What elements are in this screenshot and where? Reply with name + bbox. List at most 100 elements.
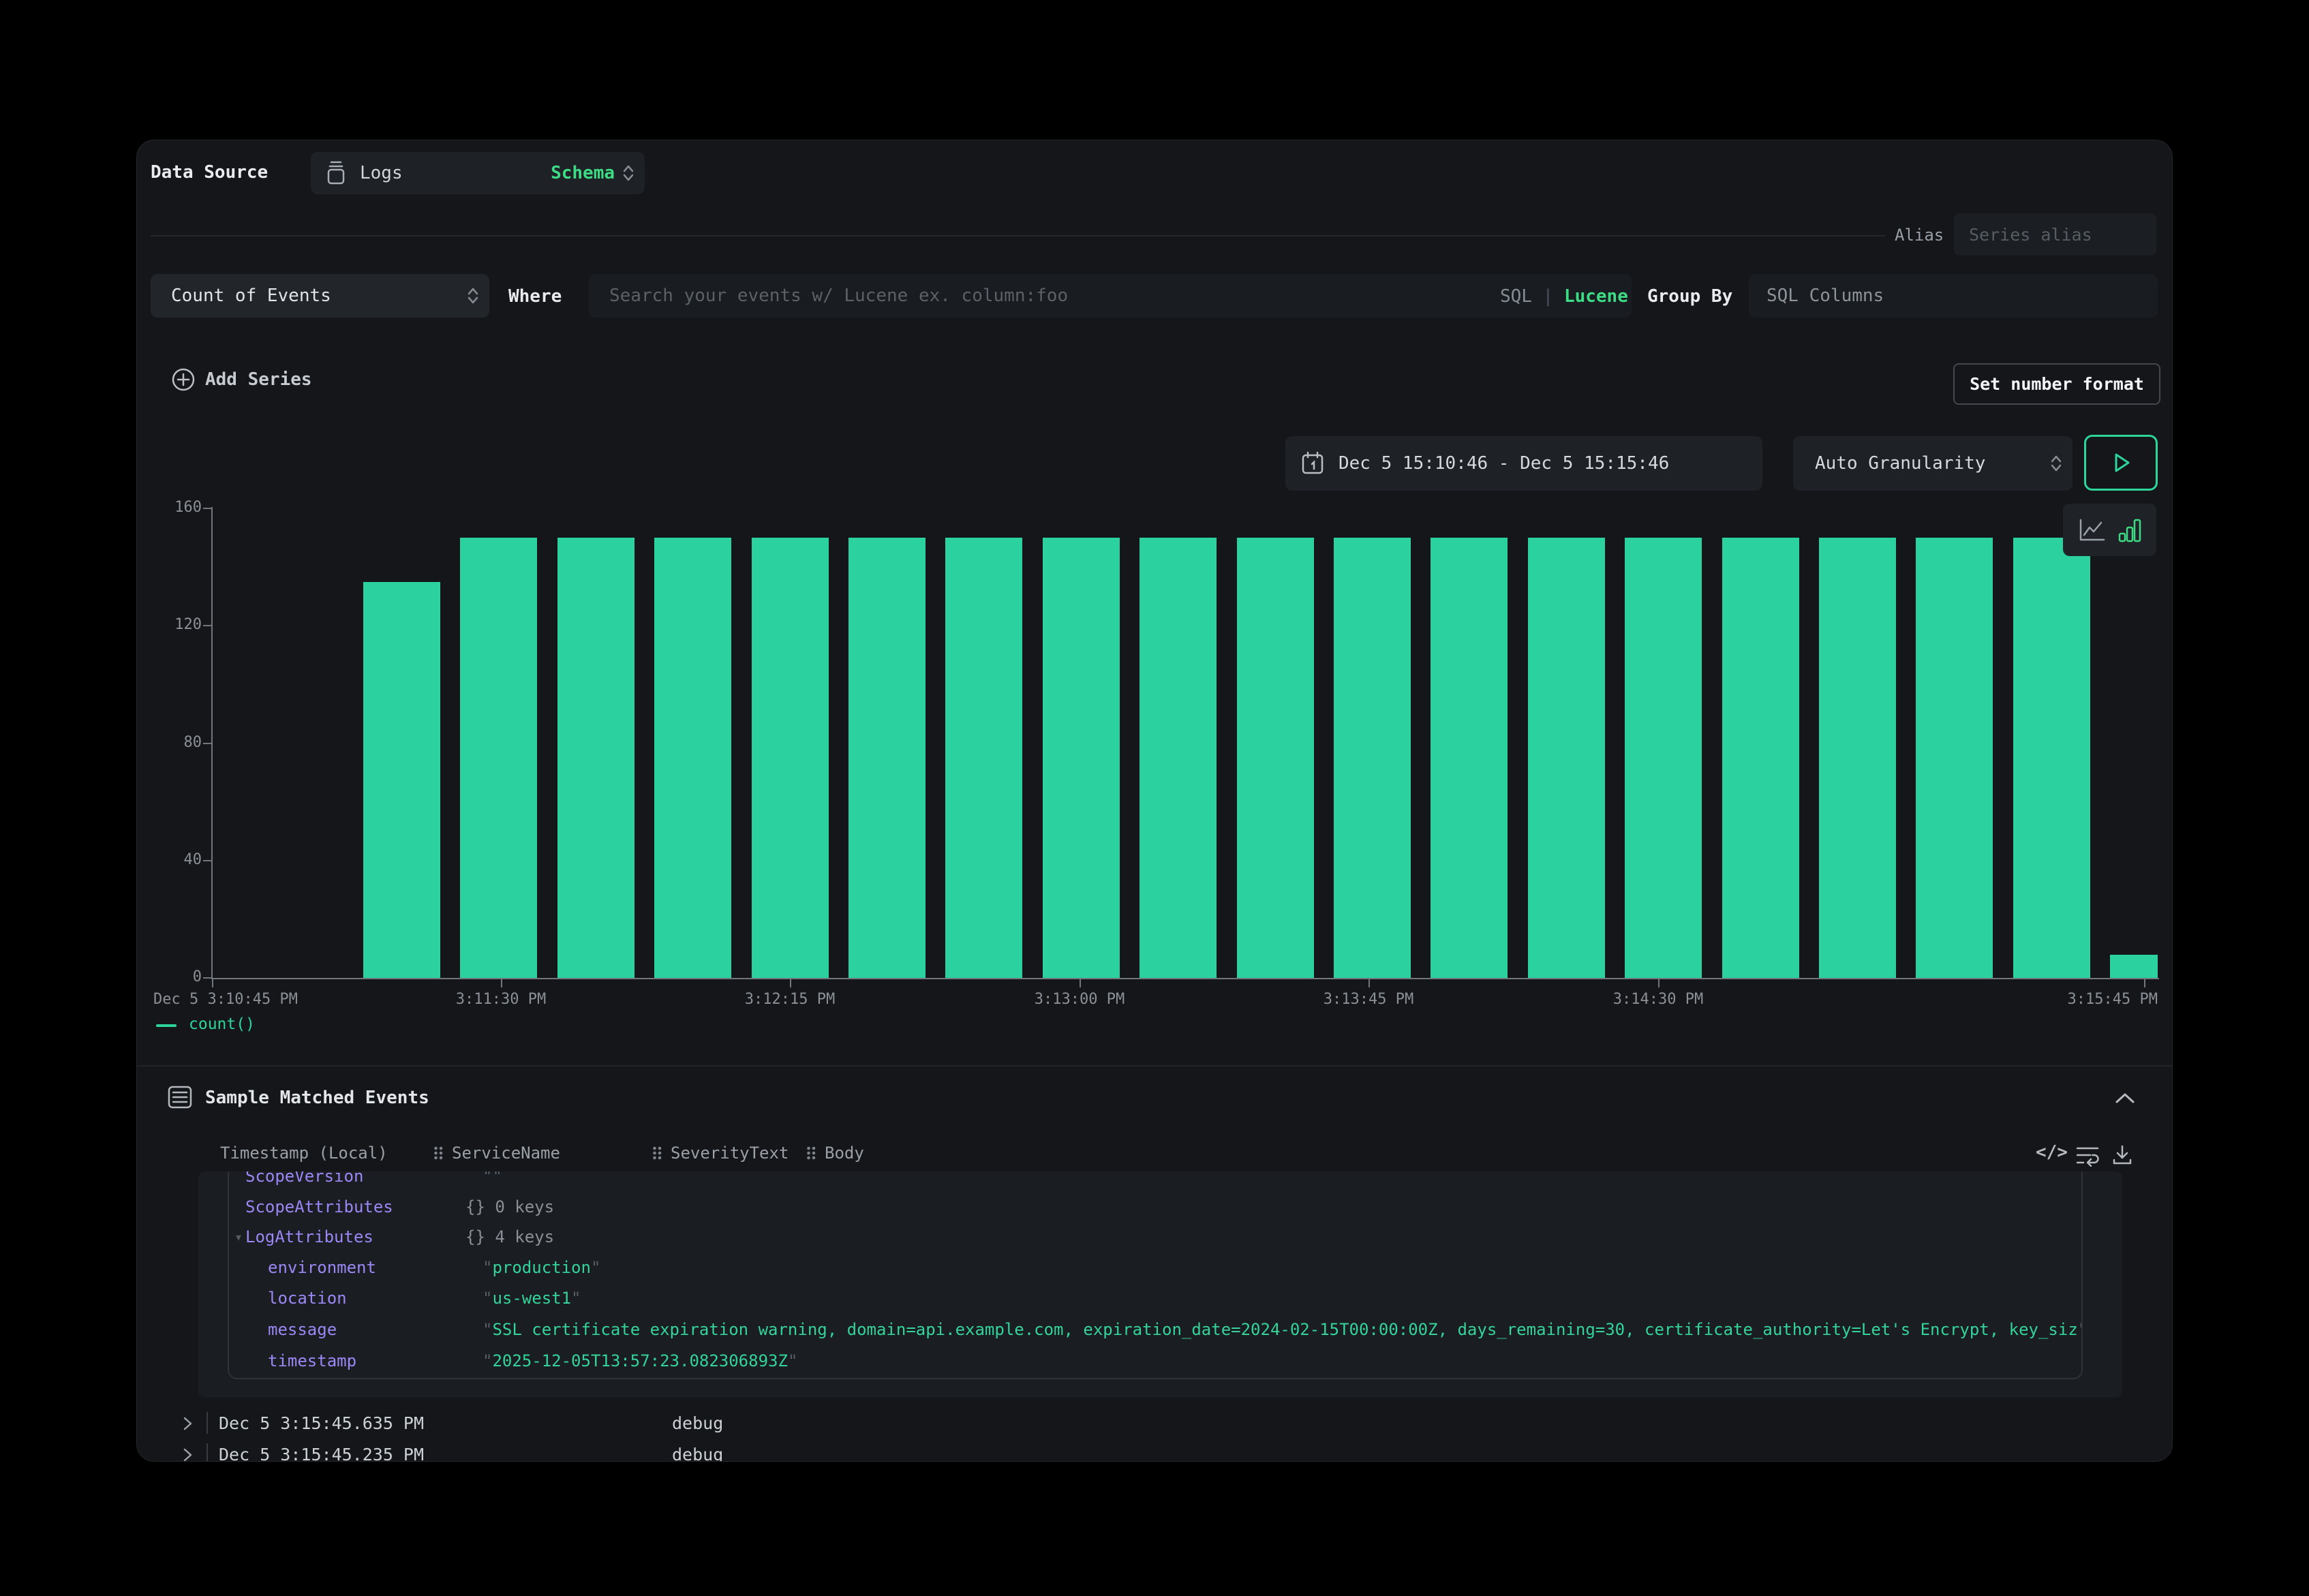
event-row[interactable]: Dec 5 3:15:45.235 PM debug xyxy=(137,1443,2173,1462)
bar[interactable] xyxy=(2110,955,2158,978)
expanded-event-panel: ScopeVersion "" ScopeAttributes {} 0 keys ▾L… xyxy=(198,1171,2122,1398)
x-tick-mark xyxy=(212,979,213,987)
attribute-row[interactable]: ScopeVersion "" xyxy=(229,1171,2081,1187)
section-divider xyxy=(137,1065,2173,1066)
column-header-body[interactable]: Body xyxy=(825,1144,864,1163)
attribute-row[interactable]: environment "production" xyxy=(229,1258,2081,1278)
attribute-key[interactable]: message xyxy=(268,1320,337,1339)
bar[interactable] xyxy=(1625,538,1702,978)
x-tick-label: 3:15:45 PM xyxy=(1981,991,2158,1008)
collapse-section-icon[interactable] xyxy=(2113,1092,2137,1105)
column-header-severitytext[interactable]: SeverityText xyxy=(671,1144,789,1163)
bar[interactable] xyxy=(1916,538,1993,978)
caret-down-icon[interactable]: ▾ xyxy=(234,1229,243,1245)
y-tick-label: 40 xyxy=(137,851,202,868)
attribute-row[interactable]: timestamp "2025-12-05T13:57:23.082306893Z… xyxy=(229,1351,2081,1372)
bar[interactable] xyxy=(557,538,634,978)
bar[interactable] xyxy=(1722,538,1799,978)
bar-chart: 0 40 80 120 160 Dec 5 3:10:45 PM 3:11:30 PM 3:1… xyxy=(137,140,2173,1067)
download-icon[interactable] xyxy=(2111,1144,2134,1167)
bar[interactable] xyxy=(1431,538,1508,978)
attribute-key[interactable]: environment xyxy=(268,1258,376,1277)
attribute-row[interactable]: location "us-west1" xyxy=(229,1289,2081,1309)
drag-grip-icon[interactable] xyxy=(806,1146,816,1161)
bar[interactable] xyxy=(1819,538,1896,978)
x-tick-label: 3:12:15 PM xyxy=(681,991,899,1008)
attribute-value: "production" xyxy=(483,1258,600,1277)
x-tick-label: Dec 5 3:10:45 PM xyxy=(153,991,298,1008)
bar[interactable] xyxy=(1528,538,1605,978)
x-tick-mark xyxy=(501,979,502,987)
event-severity: debug xyxy=(672,1445,723,1462)
bar[interactable] xyxy=(1043,538,1120,978)
chart-type-toolbar xyxy=(2063,504,2156,556)
event-timestamp: Dec 5 3:15:45.635 PM xyxy=(219,1413,424,1433)
bar-chart-icon[interactable] xyxy=(2117,517,2142,543)
attribute-keys-badge: {} 4 keys xyxy=(465,1227,554,1246)
attribute-value: "2025-12-05T13:57:23.082306893Z" xyxy=(483,1351,797,1370)
wrap-text-icon[interactable] xyxy=(2075,1145,2100,1167)
x-tick-mark xyxy=(1658,979,1660,987)
column-header-servicename[interactable]: ServiceName xyxy=(452,1144,560,1163)
y-tick-mark xyxy=(203,977,211,979)
attribute-value: "" xyxy=(483,1171,502,1186)
line-chart-icon[interactable] xyxy=(2078,517,2107,543)
bar[interactable] xyxy=(848,538,926,978)
row-divider xyxy=(207,1412,208,1434)
attribute-key[interactable]: LogAttributes xyxy=(245,1227,373,1246)
bar[interactable] xyxy=(1140,538,1217,978)
event-list-icon xyxy=(167,1085,193,1109)
y-axis-line xyxy=(211,507,213,979)
page: Data Source Logs Schema Alias Count of E… xyxy=(0,0,2309,1596)
drag-grip-icon[interactable] xyxy=(652,1146,662,1161)
x-tick-label: 3:13:45 PM xyxy=(1259,991,1478,1008)
attribute-keys-badge: {} 0 keys xyxy=(465,1197,554,1216)
y-tick-label: 80 xyxy=(137,734,202,751)
y-tick-mark xyxy=(203,860,211,861)
bar[interactable] xyxy=(1334,538,1411,978)
attribute-value: "SSL certificate expiration warning, dom… xyxy=(483,1320,2083,1339)
y-tick-label: 120 xyxy=(137,616,202,633)
y-tick-mark xyxy=(203,625,211,626)
row-divider xyxy=(207,1443,208,1462)
bar[interactable] xyxy=(945,538,1022,978)
bar[interactable] xyxy=(460,538,537,978)
attribute-row[interactable]: message "SSL certificate expiration warni… xyxy=(229,1320,2081,1340)
attribute-key[interactable]: timestamp xyxy=(268,1351,356,1370)
attribute-key[interactable]: ScopeVersion xyxy=(245,1171,363,1186)
y-tick-mark xyxy=(203,743,211,744)
bar[interactable] xyxy=(1237,538,1314,978)
y-tick-label: 0 xyxy=(137,968,202,985)
attributes-json-panel: ScopeVersion "" ScopeAttributes {} 0 keys ▾L… xyxy=(228,1171,2083,1379)
drag-grip-icon[interactable] xyxy=(433,1146,443,1161)
attribute-key[interactable]: location xyxy=(268,1289,347,1308)
column-header-timestamp[interactable]: Timestamp (Local) xyxy=(220,1144,388,1163)
code-view-icon[interactable]: </> xyxy=(2036,1142,2068,1163)
chart-explorer-card: Data Source Logs Schema Alias Count of E… xyxy=(136,140,2173,1462)
attribute-value: "us-west1" xyxy=(483,1289,581,1308)
attribute-row[interactable]: ▾LogAttributes {} 4 keys xyxy=(229,1227,2081,1248)
event-severity: debug xyxy=(672,1413,723,1433)
x-axis-line xyxy=(211,978,2159,979)
x-tick-mark xyxy=(1080,979,1081,987)
x-tick-mark xyxy=(2144,979,2145,987)
event-timestamp: Dec 5 3:15:45.235 PM xyxy=(219,1445,424,1462)
expand-row-icon[interactable] xyxy=(182,1447,194,1462)
bar[interactable] xyxy=(363,582,440,978)
x-tick-mark xyxy=(790,979,791,987)
attribute-row[interactable]: ScopeAttributes {} 0 keys xyxy=(229,1197,2081,1218)
legend-series-label[interactable]: count() xyxy=(189,1015,255,1033)
expand-row-icon[interactable] xyxy=(182,1416,194,1431)
bar[interactable] xyxy=(654,538,731,978)
attribute-key[interactable]: ScopeAttributes xyxy=(245,1197,393,1216)
event-row[interactable]: Dec 5 3:15:45.635 PM debug xyxy=(137,1412,2173,1435)
y-tick-label: 160 xyxy=(137,499,202,516)
x-tick-label: 3:11:30 PM xyxy=(392,991,610,1008)
bar[interactable] xyxy=(752,538,829,978)
bar[interactable] xyxy=(2013,538,2090,978)
x-tick-label: 3:14:30 PM xyxy=(1549,991,1767,1008)
y-tick-mark xyxy=(203,508,211,509)
x-tick-mark xyxy=(1368,979,1370,987)
x-tick-label: 3:13:00 PM xyxy=(970,991,1189,1008)
sample-matched-events-title: Sample Matched Events xyxy=(205,1088,429,1108)
